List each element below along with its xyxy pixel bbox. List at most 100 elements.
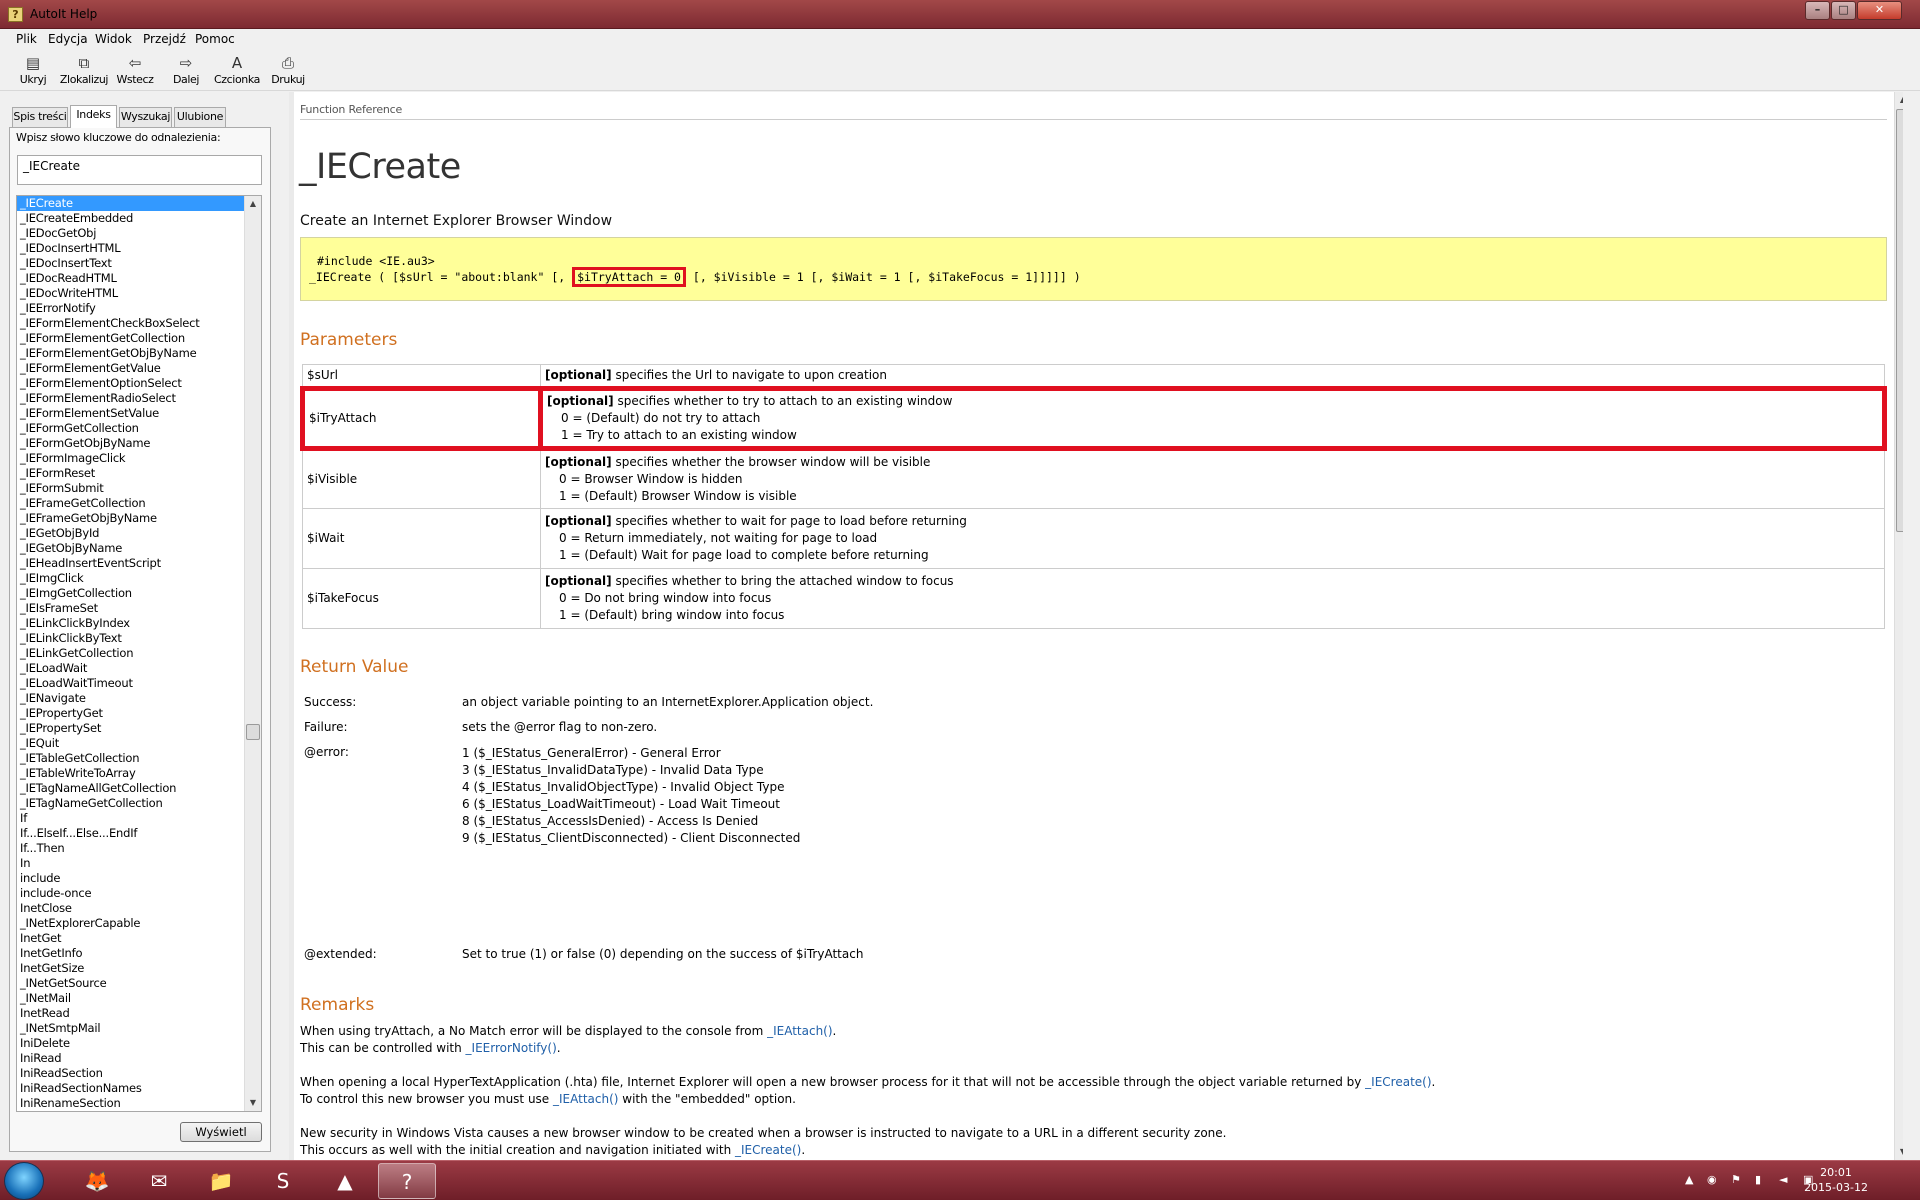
index-list-item[interactable]: InetGet [17,931,261,946]
index-list-item[interactable]: _IEFormElementRadioSelect [17,391,261,406]
index-list-item[interactable]: _IEFormElementGetValue [17,361,261,376]
scroll-down-icon[interactable]: ▼ [245,1095,261,1111]
index-list-item[interactable]: include [17,871,261,886]
scroll-down-icon[interactable]: ▼ [1895,1144,1903,1160]
index-list-item[interactable]: _IETagNameAllGetCollection [17,781,261,796]
index-list-item[interactable]: _IEFormSubmit [17,481,261,496]
index-list-item[interactable]: _IEFormElementOptionSelect [17,376,261,391]
autoit-taskbar-button[interactable]: ▲ [316,1163,374,1199]
index-list-item[interactable]: _IECreateEmbedded [17,211,261,226]
clock[interactable]: 20:01 2015-03-12 [1804,1165,1868,1195]
print-button[interactable]: ⎙ Drukuj [263,53,313,91]
index-list-item[interactable]: _IEDocInsertHTML [17,241,261,256]
network-icon[interactable]: ▮ [1755,1173,1761,1186]
index-list-item[interactable]: _IEDocWriteHTML [17,286,261,301]
tab-contents[interactable]: Spis treści [12,107,68,127]
index-list-item[interactable]: _IEImgClick [17,571,261,586]
tab-search[interactable]: Wyszukaj [119,107,172,127]
index-list-item[interactable]: _IEDocInsertText [17,256,261,271]
index-list-item[interactable]: _IEDocGetObj [17,226,261,241]
folder-taskbar-button[interactable]: 📁 [192,1163,250,1199]
index-list-item[interactable]: _IEFormElementGetCollection [17,331,261,346]
index-list-item[interactable]: _IELinkClickByIndex [17,616,261,631]
menu-widok[interactable]: Widok [95,32,132,46]
index-list-item[interactable]: InetGetSize [17,961,261,976]
index-list-item[interactable]: _INetMail [17,991,261,1006]
index-list-item[interactable]: _IEFormGetObjByName [17,436,261,451]
tab-index[interactable]: Indeks [70,105,117,128]
minimize-button[interactable]: – [1805,1,1830,20]
content-scrollbar[interactable]: ▲ ▼ [1894,92,1903,1160]
mail-taskbar-button[interactable]: ✉ [130,1163,188,1199]
scroll-thumb[interactable] [1896,109,1903,532]
index-list-item[interactable]: _IEImgGetCollection [17,586,261,601]
index-list-item[interactable]: _IEGetObjByName [17,541,261,556]
index-list-item[interactable]: _IEHeadInsertEventScript [17,556,261,571]
index-list-item[interactable]: InetGetInfo [17,946,261,961]
index-list-item[interactable]: _IELinkGetCollection [17,646,261,661]
index-list-item[interactable]: _INetGetSource [17,976,261,991]
index-list-item[interactable]: IniRead [17,1051,261,1066]
index-list-item[interactable]: InetClose [17,901,261,916]
maximize-button[interactable]: □ [1831,1,1856,20]
index-list-item[interactable]: _IEFormGetCollection [17,421,261,436]
index-list-item[interactable]: _INetSmtpMail [17,1021,261,1036]
index-list-item[interactable]: IniRenameSection [17,1096,261,1111]
menu-pomoc[interactable]: Pomoc [195,32,235,46]
index-list-item[interactable]: InetRead [17,1006,261,1021]
index-list-item[interactable]: If...Then [17,841,261,856]
firefox-taskbar-button[interactable]: 🦊 [68,1163,126,1199]
help-taskbar-button[interactable]: ? [378,1163,436,1199]
scroll-thumb[interactable] [246,724,260,740]
index-list-item[interactable]: _IEFormElementGetObjByName [17,346,261,361]
menu-plik[interactable]: Plik [16,32,37,46]
iecreate-link[interactable]: _IECreate() [1365,1075,1431,1089]
index-list-item[interactable]: _IEQuit [17,736,261,751]
scroll-up-icon[interactable]: ▲ [1895,92,1903,108]
index-scrollbar[interactable]: ▲ ▼ [244,196,261,1111]
keyword-input[interactable]: _IECreate [17,155,262,185]
locate-button[interactable]: ⧉ Zlokalizuj [59,53,109,91]
index-list-item[interactable]: IniReadSectionNames [17,1081,261,1096]
font-button[interactable]: A Czcionka [212,53,262,91]
index-list-item[interactable]: _IEPropertySet [17,721,261,736]
index-list-item[interactable]: _INetExplorerCapable [17,916,261,931]
index-list-item[interactable]: _IEFrameGetCollection [17,496,261,511]
index-list-item[interactable]: _IEFormImageClick [17,451,261,466]
index-list-item[interactable]: _IEGetObjById [17,526,261,541]
index-list-item[interactable]: _IEFormElementSetValue [17,406,261,421]
index-list-item[interactable]: _IECreate [17,196,261,211]
iecreate-link[interactable]: _IECreate() [735,1143,801,1157]
index-list-item[interactable]: _IETableGetCollection [17,751,261,766]
index-list-item[interactable]: _IELoadWait [17,661,261,676]
tray-expand-icon[interactable]: ▲ [1685,1173,1693,1186]
index-list-item[interactable]: include-once [17,886,261,901]
index-list-item[interactable]: _IETableWriteToArray [17,766,261,781]
menu-przejdz[interactable]: Przejdź [143,32,186,46]
index-list-item[interactable]: If...ElseIf...Else...EndIf [17,826,261,841]
index-list-item[interactable]: IniReadSection [17,1066,261,1081]
index-list-item[interactable]: _IEFrameGetObjByName [17,511,261,526]
ieattach-link[interactable]: _IEAttach() [553,1092,618,1106]
index-list[interactable]: _IECreate _IECreateEmbedded _IEDocGetObj _I… [16,195,262,1112]
start-button[interactable] [4,1162,44,1200]
index-list-item[interactable]: If [17,811,261,826]
skype-taskbar-button[interactable]: S [254,1163,312,1199]
back-button[interactable]: ⇦ Wstecz [110,53,160,91]
forward-button[interactable]: ⇨ Dalej [161,53,211,91]
index-list-item[interactable]: _IEFormElementCheckBoxSelect [17,316,261,331]
index-list-item[interactable]: In [17,856,261,871]
index-list-item[interactable]: _IELoadWaitTimeout [17,676,261,691]
index-list-item[interactable]: IniDelete [17,1036,261,1051]
volume-icon[interactable]: ◄ [1779,1173,1787,1186]
index-list-item[interactable]: _IETagNameGetCollection [17,796,261,811]
flag-icon[interactable]: ⚑ [1731,1173,1741,1186]
hide-button[interactable]: ▤ Ukryj [8,53,58,91]
steam-icon[interactable]: ◉ [1707,1173,1717,1186]
index-list-item[interactable]: _IEPropertyGet [17,706,261,721]
index-list-item[interactable]: _IEErrorNotify [17,301,261,316]
show-button[interactable]: Wyświetl [180,1122,262,1142]
tab-favorites[interactable]: Ulubione [174,107,226,127]
index-list-item[interactable]: _IEDocReadHTML [17,271,261,286]
close-button[interactable]: ✕ [1857,1,1902,20]
